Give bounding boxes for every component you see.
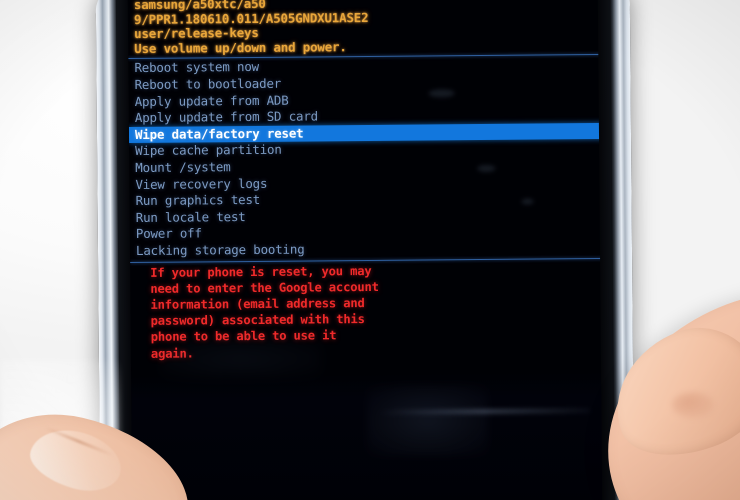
recovery-menu: Reboot system now Reboot to bootloader A… (128, 56, 612, 259)
phone-screen: Android Recovery samsung/a50xtc/a50 9/PP… (127, 0, 615, 500)
right-hand-knuckle (672, 392, 714, 418)
screen-reflection-blob (367, 384, 488, 456)
recovery-ui: Android Recovery samsung/a50xtc/a50 9/PP… (128, 0, 613, 362)
screen-reflection-soft (160, 338, 322, 380)
menu-item-lacking-storage-booting[interactable]: Lacking storage booting (130, 239, 612, 260)
header-line-instructions: Use volume up/down and power. (134, 38, 347, 56)
recovery-screenshot-scene: Android Recovery samsung/a50xtc/a50 9/PP… (0, 0, 740, 500)
recovery-header: Android Recovery samsung/a50xtc/a50 9/PP… (128, 0, 610, 56)
phone-device: Android Recovery samsung/a50xtc/a50 9/PP… (95, 0, 635, 500)
